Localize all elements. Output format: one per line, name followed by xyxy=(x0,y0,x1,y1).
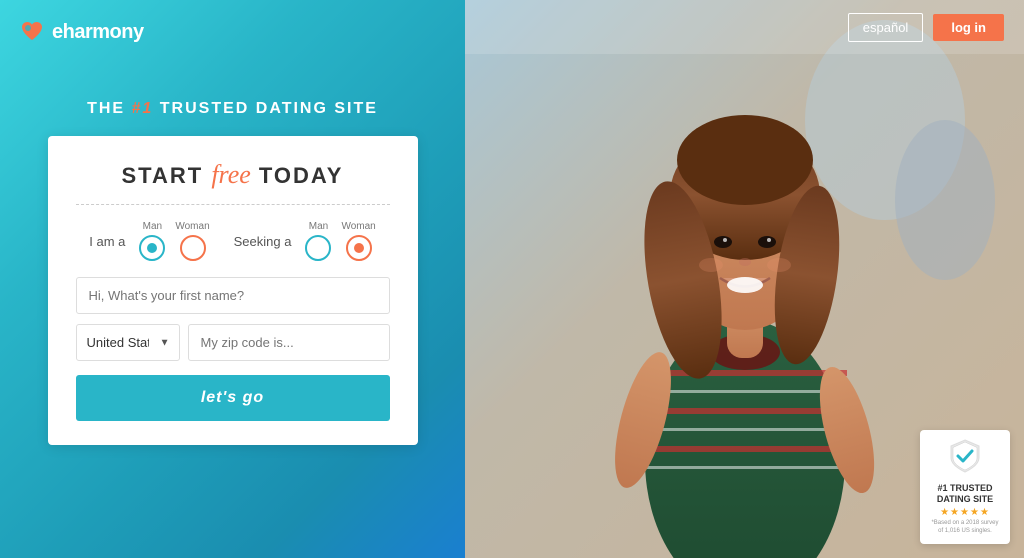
first-name-input[interactable] xyxy=(76,277,390,314)
right-panel: español log in #1 TRUSTED DATING SITE ★★… xyxy=(465,0,1024,558)
iam-group: I am a Man Woman xyxy=(89,221,209,261)
seeking-woman-option[interactable]: Woman xyxy=(341,221,375,261)
iam-woman-label: Woman xyxy=(175,221,209,232)
logo-text: eharmony xyxy=(52,21,144,44)
trust-badge-stars: ★★★★★ xyxy=(930,507,1000,518)
heart-logo-icon xyxy=(18,18,46,46)
trust-badge-shield-icon xyxy=(947,438,983,474)
trust-badge-footnote: *Based on a 2018 survey of 1,016 US sing… xyxy=(930,520,1000,536)
form-divider xyxy=(76,204,390,205)
nav-bar: español log in xyxy=(465,0,1024,54)
iam-man-label: Man xyxy=(143,221,162,232)
tagline-suffix: TRUSTED DATING SITE xyxy=(153,100,378,117)
iam-woman-option[interactable]: Woman xyxy=(175,221,209,261)
iam-woman-circle[interactable] xyxy=(180,235,206,261)
tagline-highlight: #1 xyxy=(132,100,154,117)
radio-section: I am a Man Woman Seeking a Man xyxy=(76,221,390,261)
seeking-group: Seeking a Man Woman xyxy=(234,221,376,261)
form-title: START free TODAY xyxy=(76,160,390,190)
iam-label: I am a xyxy=(89,234,125,249)
tagline-prefix: THE xyxy=(87,100,131,117)
trust-badge: #1 TRUSTED DATING SITE ★★★★★ *Based on a… xyxy=(920,430,1010,544)
seeking-man-label: Man xyxy=(309,221,328,232)
form-title-free: free xyxy=(211,160,250,189)
trust-badge-title: #1 TRUSTED DATING SITE xyxy=(930,483,1000,505)
seeking-label: Seeking a xyxy=(234,234,292,249)
iam-man-circle-inner xyxy=(147,243,157,253)
seeking-man-option[interactable]: Man xyxy=(305,221,331,261)
location-row: United States Canada United Kingdom Aust… xyxy=(76,324,390,361)
country-select-wrapper: United States Canada United Kingdom Aust… xyxy=(76,324,180,361)
iam-man-circle[interactable] xyxy=(139,235,165,261)
form-title-start: START xyxy=(122,163,212,188)
left-panel: eharmony THE #1 TRUSTED DATING SITE STAR… xyxy=(0,0,465,558)
country-select[interactable]: United States Canada United Kingdom Aust… xyxy=(76,324,180,361)
seeking-woman-label: Woman xyxy=(341,221,375,232)
login-button[interactable]: log in xyxy=(933,14,1004,41)
form-title-end: TODAY xyxy=(251,163,344,188)
tagline: THE #1 TRUSTED DATING SITE xyxy=(87,100,378,118)
espanol-button[interactable]: español xyxy=(848,13,924,42)
seeking-man-circle[interactable] xyxy=(305,235,331,261)
submit-button[interactable]: let's go xyxy=(76,375,390,421)
logo-area: eharmony xyxy=(18,18,144,46)
seeking-woman-circle[interactable] xyxy=(346,235,372,261)
iam-man-option[interactable]: Man xyxy=(139,221,165,261)
signup-form-card: START free TODAY I am a Man Woman xyxy=(48,136,418,445)
zip-code-input[interactable] xyxy=(188,324,390,361)
seeking-woman-circle-inner xyxy=(354,243,364,253)
